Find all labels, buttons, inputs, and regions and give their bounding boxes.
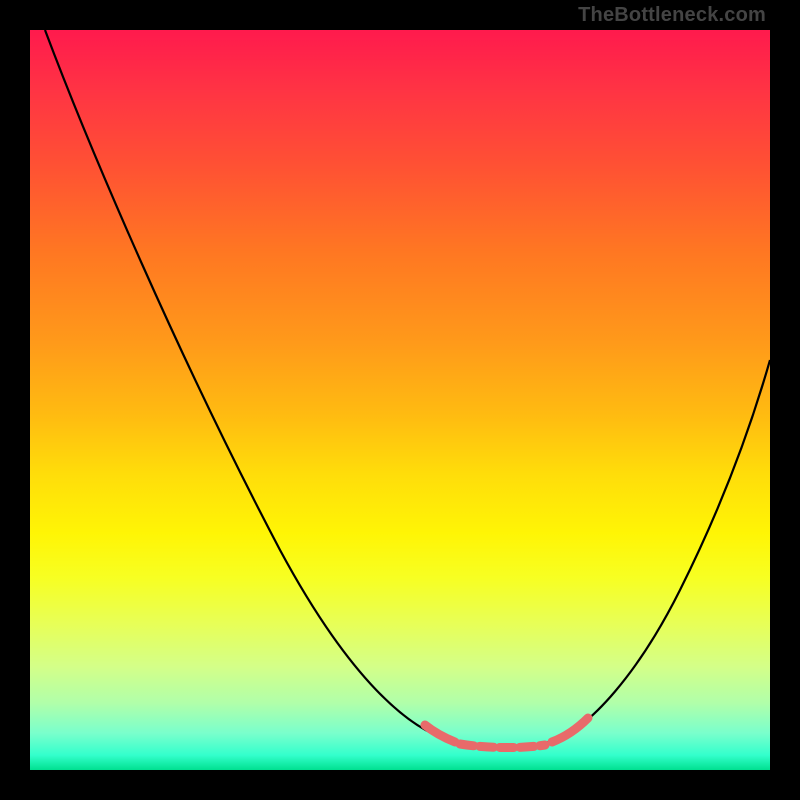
optimal-band-marker-left [425, 725, 455, 742]
optimal-band-marker-right [552, 718, 588, 742]
bottleneck-curve-left [45, 30, 450, 740]
watermark-text: TheBottleneck.com [578, 4, 766, 27]
optimal-band-marker-mid [460, 744, 545, 748]
plot-area [30, 30, 770, 770]
bottleneck-curve-right [550, 360, 770, 742]
chart-frame: TheBottleneck.com [0, 0, 800, 800]
curve-layer [30, 30, 770, 770]
